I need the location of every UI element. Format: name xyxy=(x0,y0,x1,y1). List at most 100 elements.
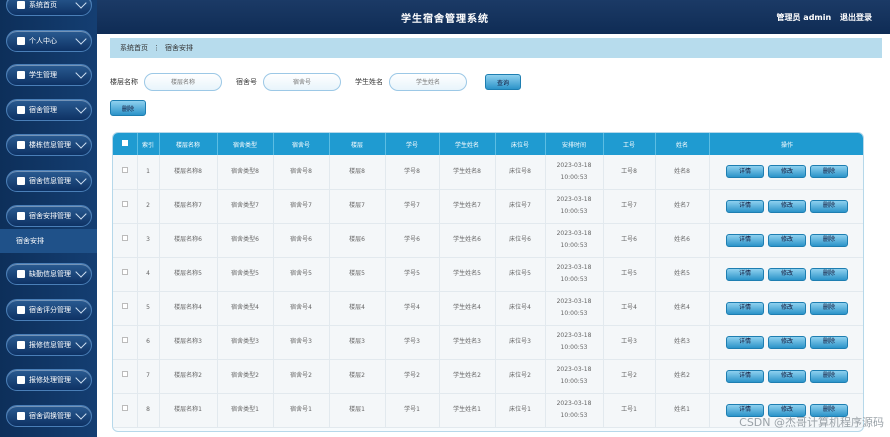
detail-button[interactable]: 详情 xyxy=(726,233,764,247)
sidebar-subitem-arrangement[interactable]: 宿舍安排 xyxy=(0,229,97,253)
user-area: 管理员 admin 退出登录 xyxy=(771,12,872,23)
row-actions: 详情 修改 删除 xyxy=(709,223,863,258)
table-cell: 床位号1 xyxy=(495,393,546,428)
edit-button[interactable]: 修改 xyxy=(768,301,806,315)
column-header: 姓名 xyxy=(655,133,710,155)
table-header-row: 索引 楼层名称 宿舍类型 宿舍号 楼层 学号 学生姓名 床位号 安排时间 工号 姓名 操作 xyxy=(113,133,863,155)
person-icon xyxy=(17,37,25,45)
row-checkbox[interactable] xyxy=(113,257,138,292)
detail-button[interactable]: 详情 xyxy=(726,267,764,281)
table-row: 2 楼层名称7 宿舍类型7 宿舍号7 楼层7 学号7 学生姓名7 床位号7 2023-03-18… xyxy=(113,189,863,224)
detail-button[interactable]: 详情 xyxy=(726,369,764,383)
sidebar-item-9[interactable]: 报修信息管理 xyxy=(6,334,92,356)
table-cell: 姓名8 xyxy=(655,155,710,190)
table-cell: 宿舍类型7 xyxy=(217,189,274,224)
table-cell: 学生姓名2 xyxy=(439,359,496,394)
delete-button[interactable]: 删除 xyxy=(810,335,848,349)
table-cell: 楼层名称1 xyxy=(159,393,218,428)
row-checkbox[interactable] xyxy=(113,189,138,224)
sidebar: 系统首页个人中心学生管理宿舍管理楼栋信息管理宿舍信息管理 宿舍安排管理 缺勤信息管理… xyxy=(0,0,97,437)
breadcrumb-home[interactable]: 系统首页 xyxy=(120,43,148,53)
table-cell: 工号1 xyxy=(603,393,656,428)
table-cell: 工号8 xyxy=(603,155,656,190)
table-cell: 宿舍号6 xyxy=(273,223,330,258)
sidebar-item-8[interactable]: 宿舍评分管理 xyxy=(6,299,92,321)
table-cell: 学号1 xyxy=(385,393,440,428)
detail-button[interactable]: 详情 xyxy=(726,165,764,179)
row-checkbox[interactable] xyxy=(113,325,138,360)
table-cell: 学号8 xyxy=(385,155,440,190)
breadcrumb: 系统首页 ⋮ 宿舍安排 xyxy=(110,38,882,58)
chevron-down-icon xyxy=(75,208,87,220)
chevron-down-icon xyxy=(75,173,87,185)
table-cell: 宿舍号1 xyxy=(273,393,330,428)
edit-button[interactable]: 修改 xyxy=(768,267,806,281)
batch-delete-button[interactable]: 删除 xyxy=(110,100,146,116)
room-number-input[interactable] xyxy=(263,73,341,91)
row-checkbox[interactable] xyxy=(113,359,138,394)
row-checkbox[interactable] xyxy=(113,393,138,428)
row-checkbox[interactable] xyxy=(113,291,138,326)
table-cell: 楼层名称5 xyxy=(159,257,218,292)
edit-button[interactable]: 修改 xyxy=(768,165,806,179)
table-cell: 宿舍号4 xyxy=(273,291,330,326)
delete-button[interactable]: 删除 xyxy=(810,233,848,247)
sidebar-item-11[interactable]: 宿舍调换管理 xyxy=(6,405,92,427)
grid-icon xyxy=(17,341,25,349)
edit-button[interactable]: 修改 xyxy=(768,199,806,213)
detail-button[interactable]: 详情 xyxy=(726,301,764,315)
table-cell: 宿舍号8 xyxy=(273,155,330,190)
table-cell: 宿舍类型2 xyxy=(217,359,274,394)
table-cell: 学号6 xyxy=(385,223,440,258)
edit-button[interactable]: 修改 xyxy=(768,335,806,349)
chevron-down-icon xyxy=(75,0,87,9)
delete-button[interactable]: 删除 xyxy=(810,199,848,213)
delete-button[interactable]: 删除 xyxy=(810,301,848,315)
logout-link[interactable]: 退出登录 xyxy=(840,13,872,22)
table-cell: 楼层名称3 xyxy=(159,325,218,360)
search-button[interactable]: 查询 xyxy=(485,74,521,90)
column-header: 学生姓名 xyxy=(439,133,496,155)
table-cell: 学号5 xyxy=(385,257,440,292)
delete-button[interactable]: 删除 xyxy=(810,369,848,383)
sidebar-item-2[interactable]: 学生管理 xyxy=(6,64,92,86)
sidebar-item-label: 宿舍评分管理 xyxy=(29,306,71,314)
table-cell: 楼层4 xyxy=(329,291,386,326)
delete-button[interactable]: 删除 xyxy=(810,165,848,179)
column-header: 楼层名称 xyxy=(159,133,218,155)
send-icon xyxy=(17,412,25,420)
edit-button[interactable]: 修改 xyxy=(768,233,806,247)
sidebar-item-7[interactable]: 缺勤信息管理 xyxy=(6,263,92,285)
sidebar-item-1[interactable]: 个人中心 xyxy=(6,30,92,52)
select-all-checkbox[interactable] xyxy=(113,133,138,155)
table-cell: 楼层名称2 xyxy=(159,359,218,394)
edit-button[interactable]: 修改 xyxy=(768,369,806,383)
row-checkbox[interactable] xyxy=(113,223,138,258)
current-user: 管理员 admin xyxy=(776,13,832,22)
table-cell: 床位号6 xyxy=(495,223,546,258)
sidebar-item-3[interactable]: 宿舍管理 xyxy=(6,99,92,121)
table-cell: 4 xyxy=(137,257,160,292)
student-name-input[interactable] xyxy=(389,73,467,91)
table-row: 3 楼层名称6 宿舍类型6 宿舍号6 楼层6 学号6 学生姓名6 床位号6 2023-03-18… xyxy=(113,223,863,258)
sidebar-item-10[interactable]: 报修处理管理 xyxy=(6,369,92,391)
row-checkbox[interactable] xyxy=(113,155,138,190)
sidebar-item-0[interactable]: 系统首页 xyxy=(6,0,92,16)
table-cell: 学生姓名6 xyxy=(439,223,496,258)
detail-button[interactable]: 详情 xyxy=(726,199,764,213)
table-cell: 楼层1 xyxy=(329,393,386,428)
sidebar-item-5[interactable]: 宿舍信息管理 xyxy=(6,170,92,192)
table-cell: 楼层6 xyxy=(329,223,386,258)
sidebar-item-4[interactable]: 楼栋信息管理 xyxy=(6,134,92,156)
grid-icon xyxy=(17,71,25,79)
delete-button[interactable]: 删除 xyxy=(810,267,848,281)
detail-button[interactable]: 详情 xyxy=(726,335,764,349)
table-cell: 宿舍类型1 xyxy=(217,393,274,428)
building-name-input[interactable] xyxy=(144,73,222,91)
app-title: 学生宿舍管理系统 xyxy=(401,14,489,25)
table-row: 4 楼层名称5 宿舍类型5 宿舍号5 楼层5 学号5 学生姓名5 床位号5 2023-03-18… xyxy=(113,257,863,292)
table-cell: 学生姓名1 xyxy=(439,393,496,428)
sidebar-item-label: 楼栋信息管理 xyxy=(29,141,71,149)
table-cell: 姓名3 xyxy=(655,325,710,360)
sidebar-item-6[interactable]: 宿舍安排管理 xyxy=(6,205,92,227)
